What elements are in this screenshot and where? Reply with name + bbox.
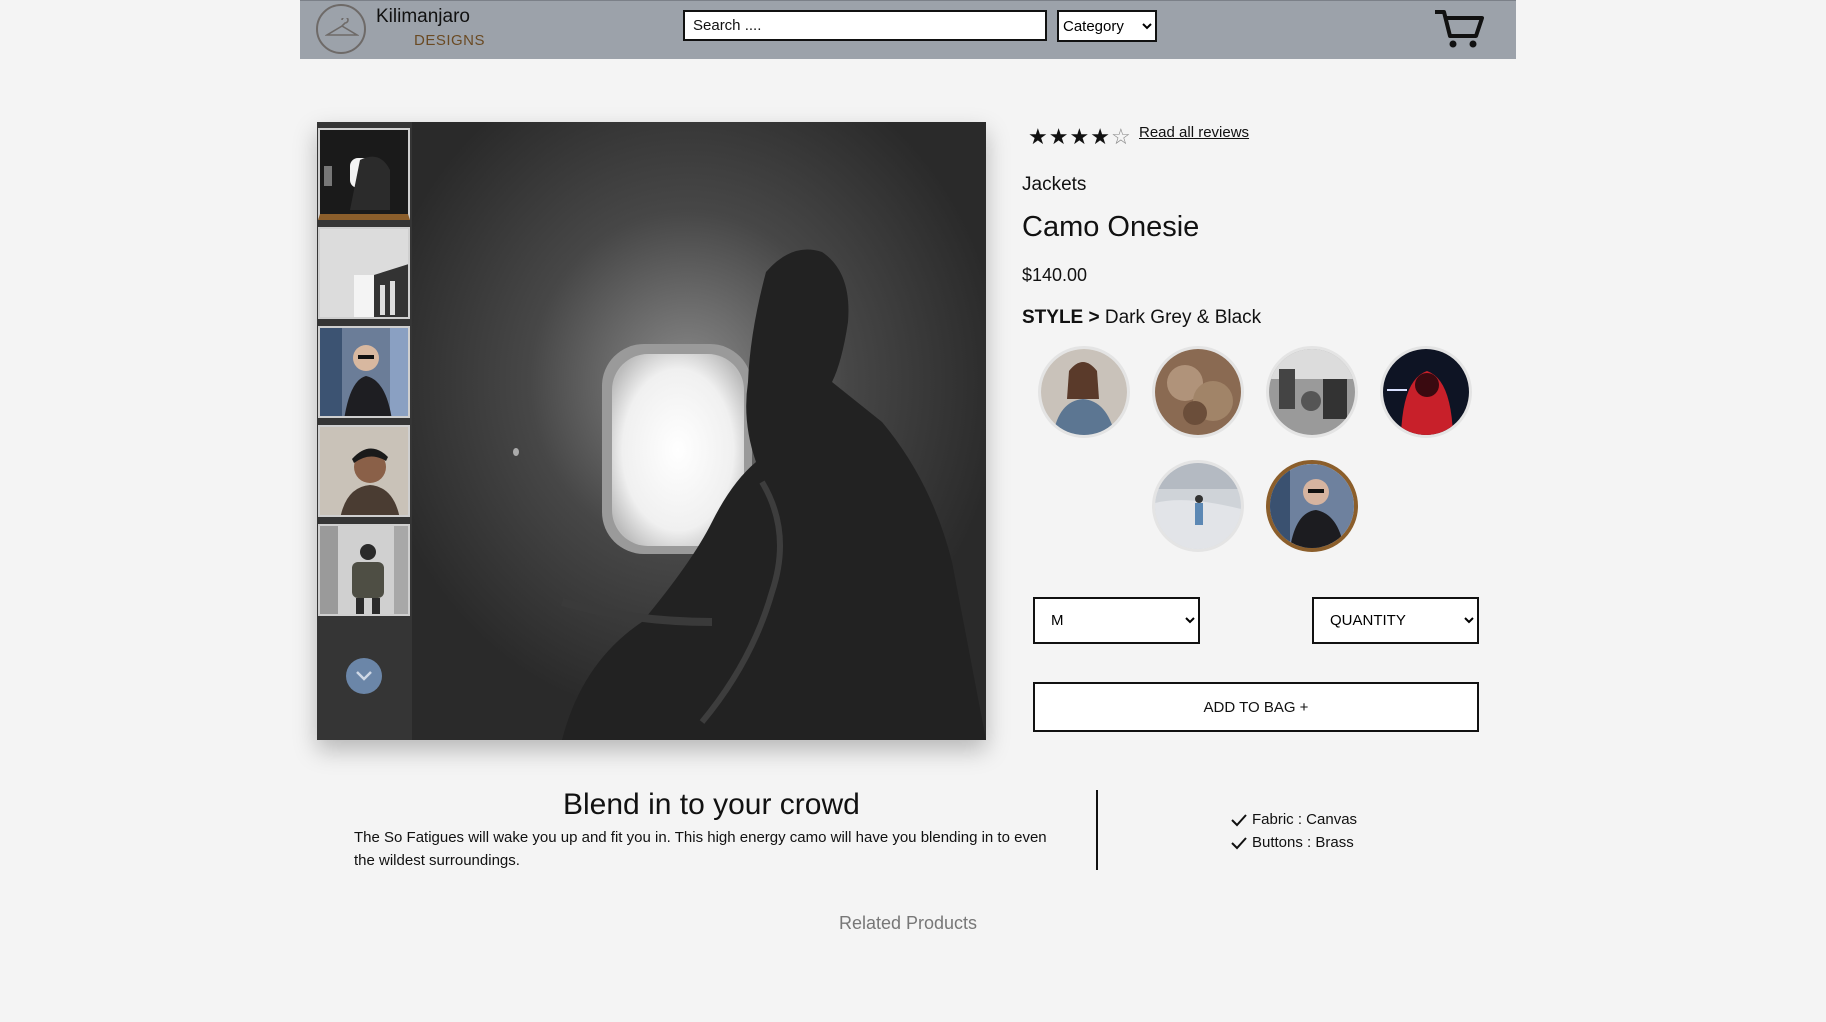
brand-subtitle: DESIGNS xyxy=(414,32,486,49)
section-divider xyxy=(1096,790,1098,870)
main-product-photo xyxy=(412,122,986,740)
size-select[interactable]: M xyxy=(1033,597,1200,644)
thumbnail-cap-man[interactable] xyxy=(318,425,410,517)
star-icon-filled: ★ xyxy=(1090,124,1111,149)
style-swatch-red-neon[interactable] xyxy=(1380,346,1472,438)
star-icon-empty: ☆ xyxy=(1110,124,1132,149)
star-icon-filled: ★ xyxy=(1048,124,1070,149)
feature-item: Fabric : Canvas xyxy=(1230,808,1357,831)
rating-stars: ★★★★☆ xyxy=(1028,124,1132,150)
site-header: Kilimanjaro DESIGNS Category xyxy=(300,0,1516,59)
style-label: STYLE > xyxy=(1022,307,1100,328)
thumbnail-building[interactable] xyxy=(318,227,410,319)
style-swatch-glasses-man[interactable] xyxy=(1266,460,1358,552)
product-category: Jackets xyxy=(1022,174,1087,195)
feature-list: Fabric : Canvas Buttons : Brass xyxy=(1230,808,1357,854)
style-swatch-street-bw[interactable] xyxy=(1266,346,1358,438)
feature-text: Buttons : Brass xyxy=(1252,834,1354,851)
style-swatch-snowy-hiker[interactable] xyxy=(1152,460,1244,552)
style-row: STYLE > Dark Grey & Black xyxy=(1022,307,1261,329)
product-gallery xyxy=(317,122,986,740)
style-swatch-fur-texture[interactable] xyxy=(1152,346,1244,438)
product-price: $140.00 xyxy=(1022,265,1088,285)
check-icon xyxy=(1231,836,1247,849)
related-products-title: Related Products xyxy=(838,913,978,933)
add-to-bag-button[interactable]: ADD TO BAG + xyxy=(1033,682,1479,732)
hanger-icon[interactable] xyxy=(316,4,366,54)
quantity-select[interactable]: QUANTITY xyxy=(1312,597,1479,644)
star-icon-filled: ★ xyxy=(1069,124,1091,149)
read-reviews-link[interactable]: Read all reviews xyxy=(1139,124,1249,141)
thumbnail-airplane-window[interactable] xyxy=(318,128,410,220)
feature-text: Fabric : Canvas xyxy=(1252,811,1358,828)
description-title: Blend in to your crowd xyxy=(563,788,860,821)
search-input[interactable] xyxy=(683,10,1047,41)
thumbnail-backpack[interactable] xyxy=(318,524,410,616)
category-select[interactable]: Category xyxy=(1057,10,1157,42)
star-icon-filled: ★ xyxy=(1028,124,1049,149)
check-icon xyxy=(1231,813,1247,826)
brand-name[interactable]: Kilimanjaro xyxy=(376,6,470,28)
product-title: Camo Onesie xyxy=(1022,211,1200,243)
thumbnail-glasses-man[interactable] xyxy=(318,326,410,418)
cart-icon[interactable] xyxy=(1433,8,1485,50)
feature-item: Buttons : Brass xyxy=(1230,831,1357,854)
chevron-down-icon[interactable] xyxy=(346,658,382,694)
style-swatch-denim-portrait[interactable] xyxy=(1038,346,1130,438)
description-body: The So Fatigues will wake you up and fit… xyxy=(354,829,1047,869)
style-value: Dark Grey & Black xyxy=(1104,307,1262,328)
